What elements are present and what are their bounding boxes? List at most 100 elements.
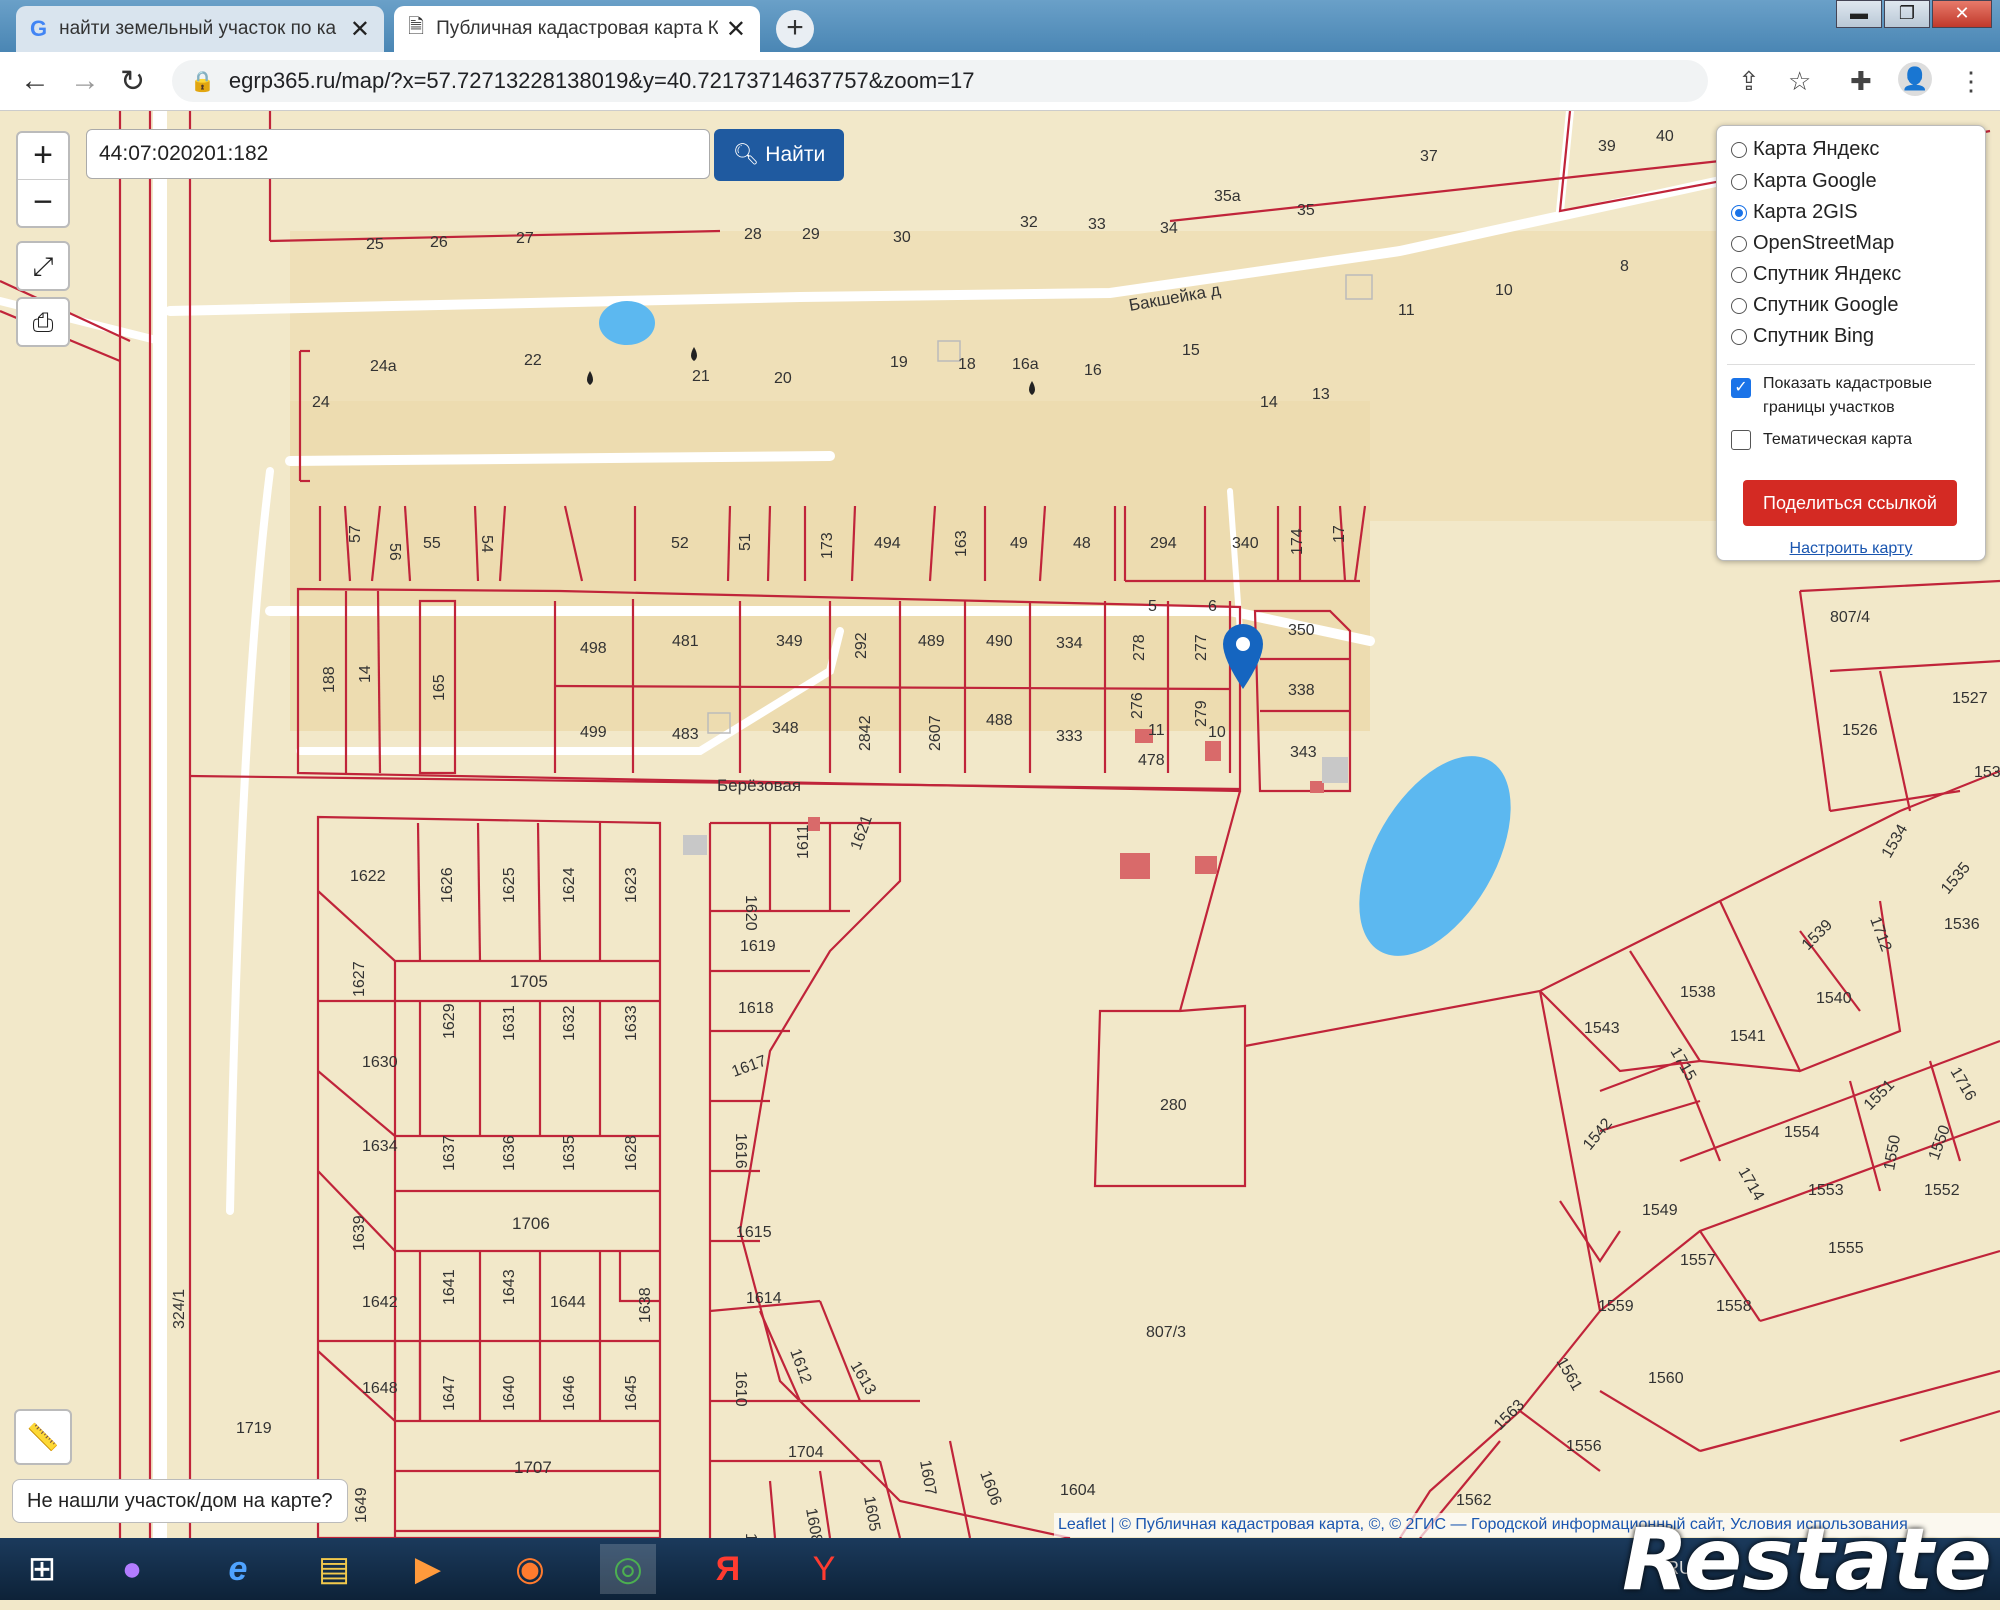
layer-option-bing-satellite[interactable]: Спутник Bing — [1731, 325, 1874, 348]
minimize-button[interactable]: ▬ — [1836, 0, 1882, 28]
zoom-in-button[interactable]: + — [18, 133, 68, 179]
share-page-icon[interactable]: ⇪ — [1738, 66, 1760, 97]
alice-icon[interactable]: ● — [104, 1544, 160, 1594]
tab-google-search[interactable]: G найти земельный участок по ка ✕ — [16, 6, 384, 52]
parcel-label-334: 334 — [1056, 635, 1083, 652]
parcel-label-35: 35 — [1297, 202, 1315, 219]
radio-icon[interactable] — [1731, 235, 1747, 252]
parcel-label-276: 276 — [1129, 692, 1146, 719]
extensions-icon[interactable]: ✚ — [1850, 66, 1872, 97]
parcel-label-2607: 2607 — [927, 715, 944, 751]
yandex-browser-icon[interactable]: Y — [796, 1544, 852, 1594]
parcel-label-807-3: 807/3 — [1146, 1324, 1186, 1341]
parcel-label-340: 340 — [1232, 535, 1259, 552]
menu-kebab-icon[interactable]: ⋮ — [1958, 66, 1984, 97]
yandex-icon[interactable]: Я — [700, 1544, 756, 1594]
parcel-label-33: 33 — [1088, 216, 1106, 233]
close-window-button[interactable]: ✕ — [1932, 0, 1992, 28]
parcel-label-10: 10 — [1495, 282, 1513, 299]
maximize-button[interactable]: ❐ — [1884, 0, 1930, 28]
radio-icon[interactable] — [1731, 297, 1747, 314]
map-canvas[interactable]: 25 26 27 28 29 30 32 33 34 35а 35 37 39 … — [0, 111, 2000, 1538]
ruler-icon[interactable]: 📏 — [14, 1409, 72, 1465]
radio-icon[interactable] — [1731, 328, 1747, 345]
parcel-label-1552: 1552 — [1924, 1182, 1960, 1199]
explorer-icon[interactable]: ▤ — [306, 1544, 362, 1594]
chrome-icon[interactable]: ◎ — [600, 1544, 656, 1594]
divider — [1727, 364, 1975, 365]
parcel-label-1639: 1639 — [351, 1215, 368, 1251]
not-found-help-button[interactable]: Не нашли участок/дом на карте? — [12, 1479, 348, 1523]
back-icon[interactable]: ← — [20, 64, 50, 98]
profile-avatar-icon[interactable]: 👤 — [1898, 62, 1932, 96]
street-label-1707: 1707 — [514, 1458, 552, 1477]
find-button[interactable]: 🔍︎ Найти — [714, 129, 844, 181]
parcel-label-1628: 1628 — [623, 1135, 640, 1171]
parcel-label-1614: 1614 — [746, 1290, 782, 1307]
parcel-label-279: 279 — [1193, 700, 1210, 727]
parcel-label-22: 22 — [524, 352, 542, 369]
parcel-label-8: 8 — [1620, 258, 1629, 275]
windows-start-icon[interactable]: ⊞ — [14, 1544, 70, 1594]
parcel-label-1632: 1632 — [561, 1005, 578, 1041]
parcel-label-153: 153 — [1974, 764, 2000, 781]
tab-title: найти земельный участок по ка — [59, 18, 337, 39]
gray-buildings — [683, 757, 1348, 855]
close-tab-icon[interactable]: ✕ — [350, 15, 370, 44]
radio-icon[interactable] — [1731, 173, 1747, 190]
parcel-label-57: 57 — [347, 525, 364, 543]
zoom-out-button[interactable]: − — [18, 179, 68, 226]
parcel-label-348: 348 — [772, 720, 799, 737]
parcel-label-1538: 1538 — [1680, 984, 1716, 1001]
parcel-label-1560: 1560 — [1648, 1370, 1684, 1387]
radio-icon[interactable] — [1731, 141, 1747, 158]
window-controls: ▬ ❐ ✕ — [1834, 0, 1992, 28]
parcel-label-350: 350 — [1288, 622, 1315, 639]
parcel-label-30: 30 — [893, 229, 911, 246]
tab-cadastral-map[interactable]: 🗎 Публичная кадастровая карта К ✕ — [394, 6, 760, 52]
firefox-icon[interactable]: ◉ — [502, 1544, 558, 1594]
thematic-map-label: Тематическая карта — [1763, 431, 1913, 448]
new-tab-button[interactable]: + — [776, 10, 814, 48]
show-borders-label-line1: Показать кадастровые — [1763, 375, 1932, 392]
url-text[interactable]: egrp365.ru/map/?x=57.72713228138019&y=40… — [229, 68, 975, 94]
parcel-label-1543: 1543 — [1584, 1020, 1620, 1037]
parcel-label-349: 349 — [776, 633, 803, 650]
parcel-label-1645: 1645 — [623, 1375, 640, 1411]
show-borders-label-line2: границы участков — [1763, 399, 1895, 416]
layer-option-2gis-map[interactable]: Карта 2GIS — [1731, 201, 1858, 224]
close-tab-icon[interactable]: ✕ — [726, 15, 746, 44]
show-borders-checkbox[interactable]: ✓ — [1731, 378, 1751, 398]
print-icon[interactable]: ⎙ — [16, 297, 70, 347]
layer-label: Спутник Яндекс — [1753, 263, 1902, 285]
reload-icon[interactable]: ↻ — [120, 64, 145, 99]
radio-selected-icon[interactable] — [1731, 204, 1747, 221]
parcel-label-18: 18 — [958, 356, 976, 373]
radio-icon[interactable] — [1731, 266, 1747, 283]
share-link-button[interactable]: Поделиться ссылкой — [1743, 480, 1957, 526]
layer-option-yandex-satellite[interactable]: Спутник Яндекс — [1731, 263, 1901, 286]
configure-map-link[interactable]: Настроить карту — [1717, 540, 1985, 558]
forward-icon[interactable]: → — [70, 64, 100, 98]
media-icon[interactable]: ▶ — [400, 1544, 456, 1594]
parcel-label-1637: 1637 — [441, 1135, 458, 1171]
layer-option-google-satellite[interactable]: Спутник Google — [1731, 294, 1898, 317]
thematic-map-checkbox[interactable] — [1731, 430, 1751, 450]
parcel-label-14-top: 14 — [1260, 394, 1278, 411]
layer-option-osm[interactable]: OpenStreetMap — [1731, 232, 1894, 255]
layer-label: Карта Яндекс — [1753, 138, 1880, 160]
cadastral-map[interactable]: 25 26 27 28 29 30 32 33 34 35а 35 37 39 … — [0, 111, 2000, 1538]
ie-icon[interactable]: e — [210, 1544, 266, 1594]
layer-option-yandex-map[interactable]: Карта Яндекс — [1731, 138, 1879, 161]
parcel-label-1605: 1605 — [860, 1495, 883, 1533]
map-layers-panel: Карта Яндекс Карта Google Карта 2GIS Ope… — [1716, 125, 1986, 561]
parcel-label-1716: 1716 — [1947, 1065, 1980, 1104]
parcel-label-173: 173 — [819, 532, 836, 559]
address-bar[interactable]: 🔒 egrp365.ru/map/?x=57.72713228138019&y=… — [172, 60, 1708, 102]
parcel-label-24a: 24а — [370, 358, 397, 375]
layer-option-google-map[interactable]: Карта Google — [1731, 170, 1877, 193]
fullscreen-icon[interactable]: ⤢ — [16, 241, 70, 291]
cadastral-search-input[interactable] — [86, 129, 710, 179]
parcel-label-1623: 1623 — [623, 867, 640, 903]
bookmark-star-icon[interactable]: ☆ — [1788, 66, 1811, 97]
